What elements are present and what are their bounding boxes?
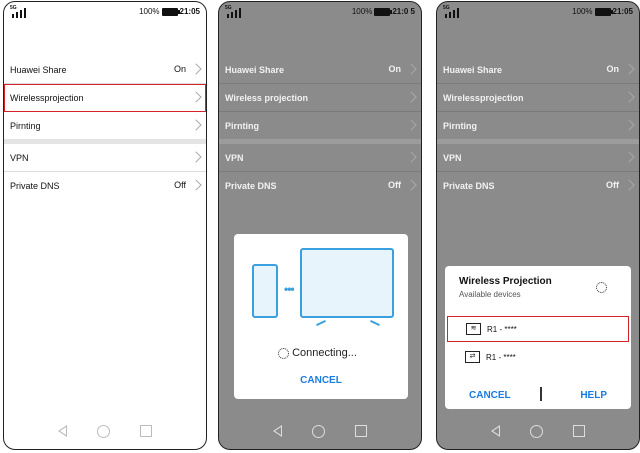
device-item[interactable]: ⇄ R1 - **** xyxy=(447,345,629,369)
chevron-right-icon xyxy=(190,91,202,103)
status-bar: 5G 100% 21:0 5 xyxy=(219,2,421,22)
settings-item-private-dns[interactable]: Private DNS Off xyxy=(437,172,639,200)
back-icon[interactable] xyxy=(58,425,67,437)
nav-bar xyxy=(437,423,639,439)
phone-screen-2: 5G 100% 21:0 5 Huawei Share On Wireless pr… xyxy=(218,1,422,450)
settings-item-private-dns[interactable]: Private DNS Off xyxy=(4,172,206,200)
settings-item-huawei-share[interactable]: Huawei Share On xyxy=(437,56,639,84)
chevron-right-icon xyxy=(405,179,417,191)
chevron-right-icon xyxy=(623,179,635,191)
dialog-subtitle: Available devices xyxy=(459,290,521,299)
settings-list: Huawei Share On Wirelessprojection Pirnti… xyxy=(4,56,206,200)
settings-item-printing[interactable]: Pirnting xyxy=(437,112,639,144)
phone-screen-3: 5G 100% 21:05 Huawei Share On Wirelessproj… xyxy=(436,1,640,450)
settings-item-wireless-projection[interactable]: Wireless projection xyxy=(219,84,421,112)
status-bar: 5G 100% 21:05 xyxy=(437,2,639,22)
settings-item-vpn[interactable]: VPN xyxy=(4,144,206,172)
tv-stand-left xyxy=(316,319,326,327)
battery-icon xyxy=(594,7,613,16)
ellipsis-icon: ••• xyxy=(284,282,295,296)
settings-list: Huawei Share On Wireless projection Pirnt… xyxy=(219,56,421,200)
connecting-status: Connecting... xyxy=(278,347,357,359)
battery-icon xyxy=(374,7,393,16)
tv-stand-right xyxy=(370,319,380,327)
settings-item-vpn[interactable]: VPN xyxy=(437,144,639,172)
back-icon[interactable] xyxy=(491,425,500,437)
clock: 21:05 xyxy=(179,7,200,16)
chevron-right-icon xyxy=(405,119,417,131)
nav-bar xyxy=(219,423,421,439)
settings-item-printing[interactable]: Pirnting xyxy=(219,112,421,144)
help-button[interactable]: HELP xyxy=(580,390,607,401)
settings-item-printing[interactable]: Pirnting xyxy=(4,112,206,144)
battery-icon xyxy=(161,7,180,16)
home-icon[interactable] xyxy=(97,424,110,438)
settings-item-wireless-projection[interactable]: Wirelessprojection xyxy=(4,84,206,112)
clock: 21:05 xyxy=(612,7,633,16)
wifi-monitor-icon: ≋ xyxy=(466,323,481,335)
settings-list: Huawei Share On Wirelessprojection Pirnti… xyxy=(437,56,639,200)
signal-icon: 5G xyxy=(443,5,461,18)
device-item[interactable]: ≋ R1 - **** xyxy=(447,316,629,342)
chevron-right-icon xyxy=(190,151,202,163)
battery-indicator: 100% 21:0 5 xyxy=(351,7,415,16)
spinner-icon xyxy=(596,282,607,293)
settings-item-vpn[interactable]: VPN xyxy=(219,144,421,172)
dialog-title: Wireless Projection xyxy=(459,276,552,287)
recent-apps-icon[interactable] xyxy=(573,425,585,437)
chevron-right-icon xyxy=(623,151,635,163)
spinner-icon xyxy=(278,347,289,359)
chevron-right-icon xyxy=(405,151,417,163)
recent-apps-icon[interactable] xyxy=(355,425,367,437)
settings-item-huawei-share[interactable]: Huawei Share On xyxy=(4,56,206,84)
phone-illustration xyxy=(252,264,278,318)
signal-icon: 5G xyxy=(10,5,28,18)
clock: 21:0 5 xyxy=(392,7,415,16)
phone-screen-1: 5G 100% 21:05 Huawei Share On Wirelessproj… xyxy=(3,1,207,450)
chevron-right-icon xyxy=(405,63,417,75)
home-icon[interactable] xyxy=(312,424,325,438)
chevron-right-icon xyxy=(405,91,417,103)
chevron-right-icon xyxy=(190,63,202,75)
recent-apps-icon[interactable] xyxy=(140,425,152,437)
chevron-right-icon xyxy=(190,119,202,131)
home-icon[interactable] xyxy=(530,424,543,438)
device-picker-dialog: Wireless Projection Available devices ≋ R… xyxy=(445,266,631,409)
chevron-right-icon xyxy=(190,179,202,191)
status-bar: 5G 100% 21:05 xyxy=(4,2,206,22)
settings-item-private-dns[interactable]: Private DNS Off xyxy=(219,172,421,200)
chevron-right-icon xyxy=(623,91,635,103)
divider xyxy=(540,387,542,401)
network-monitor-icon: ⇄ xyxy=(465,351,480,363)
settings-item-huawei-share[interactable]: Huawei Share On xyxy=(219,56,421,84)
signal-icon: 5G xyxy=(225,5,243,18)
connecting-dialog: ••• Connecting... CANCEL xyxy=(234,234,408,399)
cancel-button[interactable]: CANCEL xyxy=(469,390,511,401)
tv-illustration xyxy=(300,248,394,318)
settings-item-wireless-projection[interactable]: Wirelessprojection xyxy=(437,84,639,112)
nav-bar xyxy=(4,423,206,439)
chevron-right-icon xyxy=(623,119,635,131)
cancel-button[interactable]: CANCEL xyxy=(234,375,408,386)
battery-indicator: 100% 21:05 xyxy=(572,7,633,16)
back-icon[interactable] xyxy=(273,425,282,437)
battery-indicator: 100% 21:05 xyxy=(139,7,200,16)
chevron-right-icon xyxy=(623,63,635,75)
